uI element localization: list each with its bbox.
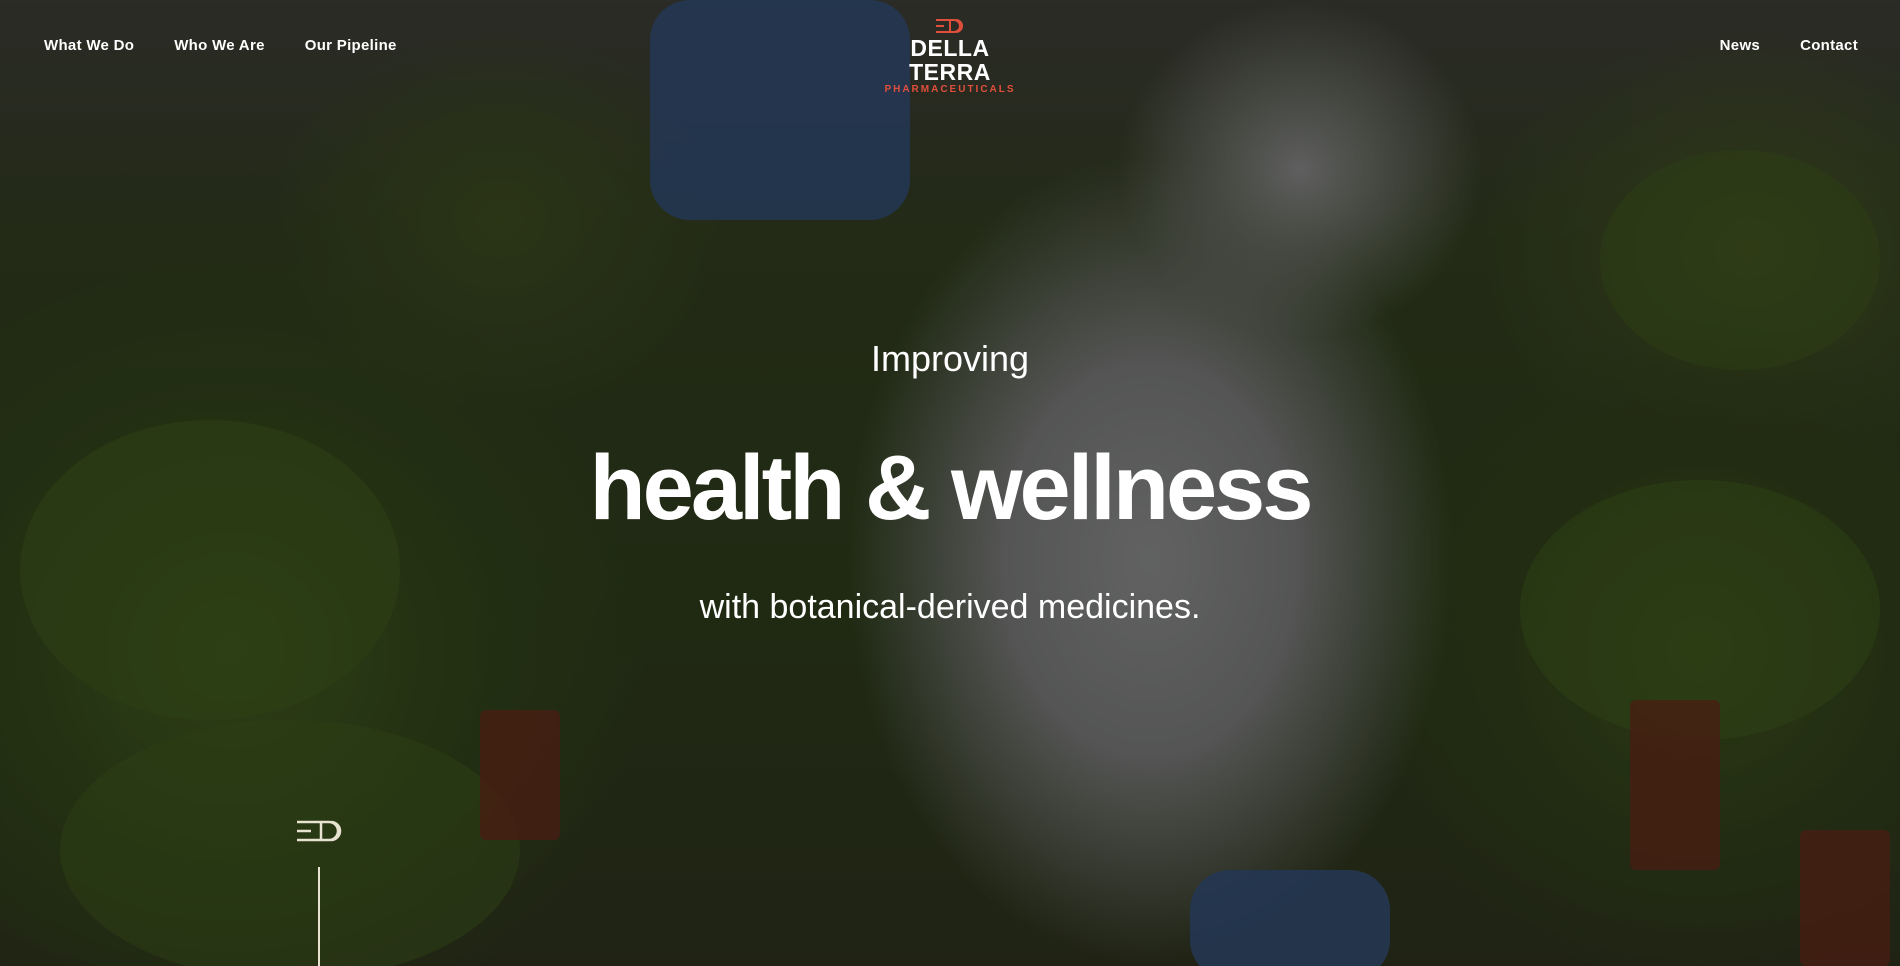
logo-subtitle: PHARMACEUTICALS xyxy=(884,84,1016,95)
nav-link-news[interactable]: News xyxy=(1720,37,1760,54)
nav-link-our-pipeline[interactable]: Our Pipeline xyxy=(305,37,397,54)
hero-line-improving: Improving xyxy=(870,338,1030,379)
della-terra-mark-icon xyxy=(936,19,963,33)
nav-link-who-we-are[interactable]: Who We Are xyxy=(174,37,265,54)
della-terra-mark-icon xyxy=(297,820,342,842)
nav-link-contact[interactable]: Contact xyxy=(1800,37,1858,54)
hero-subline: with botanical-derived medicines. xyxy=(699,588,1201,626)
main-nav: What We Do Who We Are Our Pipeline DELLA… xyxy=(0,0,1900,95)
hero-headline: health & wellness xyxy=(589,437,1313,539)
site-logo[interactable]: DELLA TERRA PHARMACEUTICALS xyxy=(874,18,1026,96)
nav-link-what-we-do[interactable]: What We Do xyxy=(44,37,134,54)
nav-left: What We Do Who We Are Our Pipeline xyxy=(44,37,397,54)
nav-right: News Contact xyxy=(1720,37,1858,54)
scroll-indicator-line xyxy=(318,867,320,966)
hero-section: What We Do Who We Are Our Pipeline DELLA… xyxy=(0,0,1900,966)
logo-name: DELLA TERRA xyxy=(909,35,991,85)
